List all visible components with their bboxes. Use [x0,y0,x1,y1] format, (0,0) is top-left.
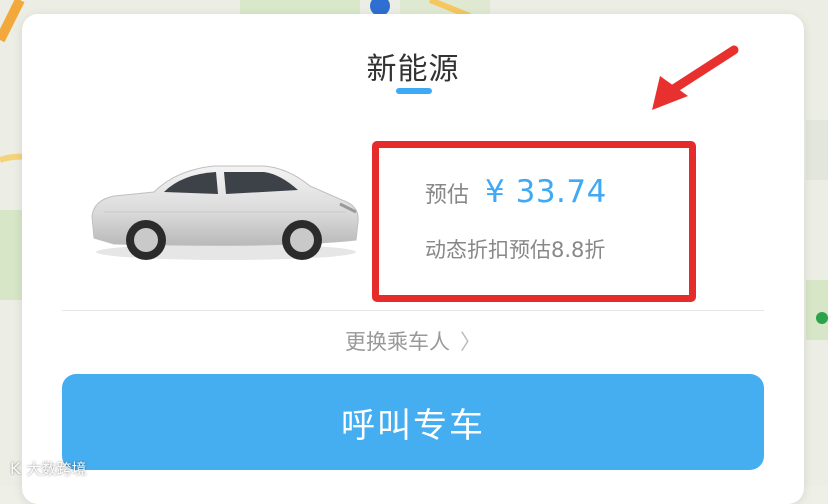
discount-note: 动态折扣预估8.8折 [425,238,606,262]
tab-active-indicator [396,88,432,94]
chevron-right-icon: 〉 [460,330,481,354]
change-rider-link[interactable]: 更换乘车人〉 [22,326,804,356]
call-car-button[interactable]: 呼叫专车 [62,374,764,470]
price-value[interactable]: ¥ 33.74 [485,174,607,210]
price-estimate: 预估 ¥ 33.74 [425,174,607,210]
change-rider-label: 更换乘车人 [345,330,450,354]
price-label: 预估 [425,183,470,208]
divider [62,310,764,311]
watermark: K 大数跨境 [10,458,87,479]
car-image [91,165,359,260]
watermark-logo-icon: K [10,459,21,478]
watermark-text: 大数跨境 [26,460,87,478]
price-estimate-highlight: 预估 ¥ 33.74 动态折扣预估8.8折 [372,141,696,302]
red-arrow-icon [652,45,739,110]
